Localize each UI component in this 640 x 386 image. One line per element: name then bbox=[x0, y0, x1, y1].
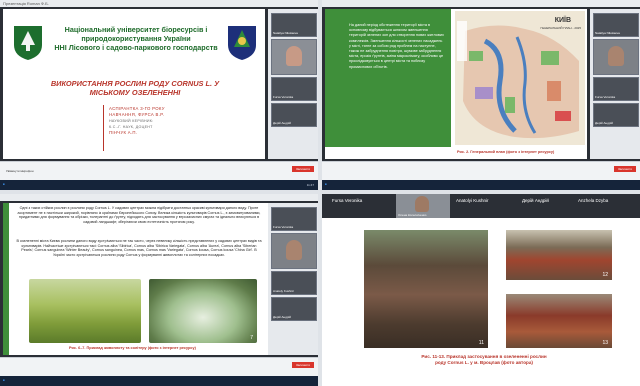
slide-paragraph-1: Одні з таких стійких рослин є рослини ро… bbox=[17, 206, 261, 224]
participant-strip: Fursa Veronika Олена Колесніченко Anatol… bbox=[322, 194, 640, 218]
participants-panel: Nataliya Nikolaeva Fursa Veronika Дерій … bbox=[590, 9, 640, 159]
participants-panel: Fursa Veronika Anatoly Kushnir Дерій Анд… bbox=[268, 203, 318, 355]
caption-line2: роду Cornus L. у м. Вроцлав (фото автора… bbox=[435, 360, 533, 365]
slide-paragraph-2: В озелененні міста Києва рослини даного … bbox=[16, 239, 262, 257]
photo-hedge-bare: 11 bbox=[364, 230, 488, 348]
institute-logo bbox=[225, 23, 259, 61]
participant-video-tile[interactable] bbox=[271, 233, 317, 269]
participant-tile[interactable]: Anatolyi Kushnir bbox=[456, 198, 489, 203]
map-title: КИЇВ bbox=[554, 17, 571, 24]
photo-number: 11 bbox=[478, 340, 484, 346]
slide-cornus-usage: Одні з таких стійких рослин є рослини ро… bbox=[3, 203, 271, 355]
participant-tile[interactable]: Nataliya Nikolaeva bbox=[593, 13, 639, 37]
meeting-window-map-slide: На даний період обстеження території міс… bbox=[322, 0, 640, 190]
slide-caption: Рис. 2. Генеральний план (фото з інтерне… bbox=[457, 150, 555, 154]
slide-general-plan: На даний період обстеження території міс… bbox=[325, 9, 587, 159]
participant-avatar bbox=[286, 46, 302, 66]
university-name-line2: природокористування України bbox=[81, 34, 191, 43]
university-name-line3: ННІ Лісового і садово-паркового господар… bbox=[54, 43, 218, 52]
taskbar: ■ 11:47 bbox=[0, 180, 318, 190]
university-logo bbox=[11, 23, 45, 61]
photo-park-shrubs: 12 bbox=[506, 230, 612, 280]
slide-caption: Рис. 6–7. Приклад живоплоту та солітеру … bbox=[69, 346, 196, 350]
participant-tile[interactable]: Anatoly Kushnir bbox=[271, 271, 317, 295]
leave-button[interactable]: Залишити bbox=[613, 166, 636, 172]
mic-button[interactable]: Увімкнути мікрофон bbox=[6, 169, 34, 173]
participant-tile[interactable]: Fursa Veronika bbox=[271, 77, 317, 101]
photo-cornus-red-stems: 13 bbox=[506, 294, 612, 348]
meeting-window-title-slide: Презентація Roman Ф.Б. Національний унів… bbox=[0, 0, 318, 190]
participant-video-tile[interactable]: Олена Колесніченко bbox=[396, 194, 450, 218]
meeting-controls-bar: Залишити bbox=[0, 357, 318, 376]
participant-tile[interactable]: Fursa Veronika bbox=[332, 198, 362, 203]
participant-tile[interactable]: Nataliya Nikolaeva bbox=[271, 13, 317, 37]
university-name-line1: Національний університет біоресурсів і bbox=[64, 25, 208, 34]
participant-tile[interactable]: Дерій Андрій bbox=[271, 103, 317, 127]
leave-button[interactable]: Залишити bbox=[291, 166, 314, 172]
hedge-photo bbox=[29, 279, 141, 343]
participants-panel: Nataliya Nikolaeva Fursa Veronika Дерій … bbox=[268, 9, 318, 159]
meeting-window-cornus-slide: Одні з таких стійких рослин є рослини ро… bbox=[0, 194, 318, 386]
participant-avatar bbox=[286, 240, 302, 260]
leave-button[interactable]: Залишити bbox=[291, 362, 314, 368]
slide-paragraph: На даний період обстеження території міс… bbox=[349, 23, 444, 69]
participant-tile[interactable]: Fursa Veronika bbox=[271, 207, 317, 231]
solitary-shrub-photo: 7 bbox=[149, 279, 257, 343]
taskbar-clock: 11:47 bbox=[306, 183, 314, 187]
participant-video-tile[interactable] bbox=[593, 39, 639, 75]
kyiv-plan-map: КИЇВ ГЕНЕРАЛЬНИЙ ПЛАН - 2025 bbox=[455, 11, 585, 145]
meeting-window-wroclaw-slide: Fursa Veronika Олена Колесніченко Anatol… bbox=[322, 194, 640, 386]
start-icon[interactable]: ■ bbox=[325, 182, 327, 186]
window-titlebar bbox=[322, 0, 640, 7]
participant-video-tile[interactable] bbox=[271, 39, 317, 75]
photo-number: 7 bbox=[250, 335, 253, 341]
slide-title: Національний університет біоресурсів і п… bbox=[3, 9, 265, 159]
taskbar: ■ bbox=[322, 180, 640, 190]
meeting-controls-bar: Увімкнути мікрофон Залишити bbox=[0, 161, 318, 180]
slide-text-panel: На даний період обстеження території міс… bbox=[325, 9, 451, 147]
participant-tile[interactable]: Дерій Андрій bbox=[271, 297, 317, 321]
meeting-controls-bar: Залишити bbox=[322, 161, 640, 180]
window-titlebar bbox=[0, 194, 318, 201]
slide-caption: Рис. 11-13. Приклад застосування в озеле… bbox=[364, 354, 604, 366]
photo-number: 13 bbox=[602, 340, 608, 346]
participant-avatar bbox=[608, 46, 624, 66]
participant-tile[interactable]: Anzhela Dzyba bbox=[578, 198, 608, 203]
slide-wroclaw-examples: 11 12 13 Рис. 11-13. Приклад застосуванн… bbox=[322, 218, 640, 386]
participant-tile[interactable]: Fursa Veronika bbox=[593, 77, 639, 101]
participant-tile[interactable]: Дерій Андрій bbox=[522, 198, 549, 203]
topic-title-line2: МІСЬКОМУ ОЗЕЛЕНЕННІ bbox=[89, 88, 181, 97]
supervisor-name: ПІНЧУК А.П. bbox=[109, 130, 138, 135]
taskbar: ■ bbox=[0, 376, 318, 386]
participant-avatar bbox=[415, 196, 429, 212]
map-subtitle: ГЕНЕРАЛЬНИЙ ПЛАН - 2025 bbox=[540, 26, 581, 30]
start-icon[interactable]: ■ bbox=[3, 378, 5, 382]
start-icon[interactable]: ■ bbox=[3, 182, 5, 186]
window-titlebar: Презентація Roman Ф.Б. bbox=[0, 0, 318, 7]
participant-tile[interactable]: Дерій Андрій bbox=[593, 103, 639, 127]
participant-name: Олена Колесніченко bbox=[398, 213, 427, 217]
topic-title-line1: ВИКОРИСТАННЯ РОСЛИН РОДУ CORNUS L. У bbox=[50, 79, 220, 88]
photo-number: 12 bbox=[602, 272, 608, 278]
author-divider bbox=[103, 105, 104, 151]
